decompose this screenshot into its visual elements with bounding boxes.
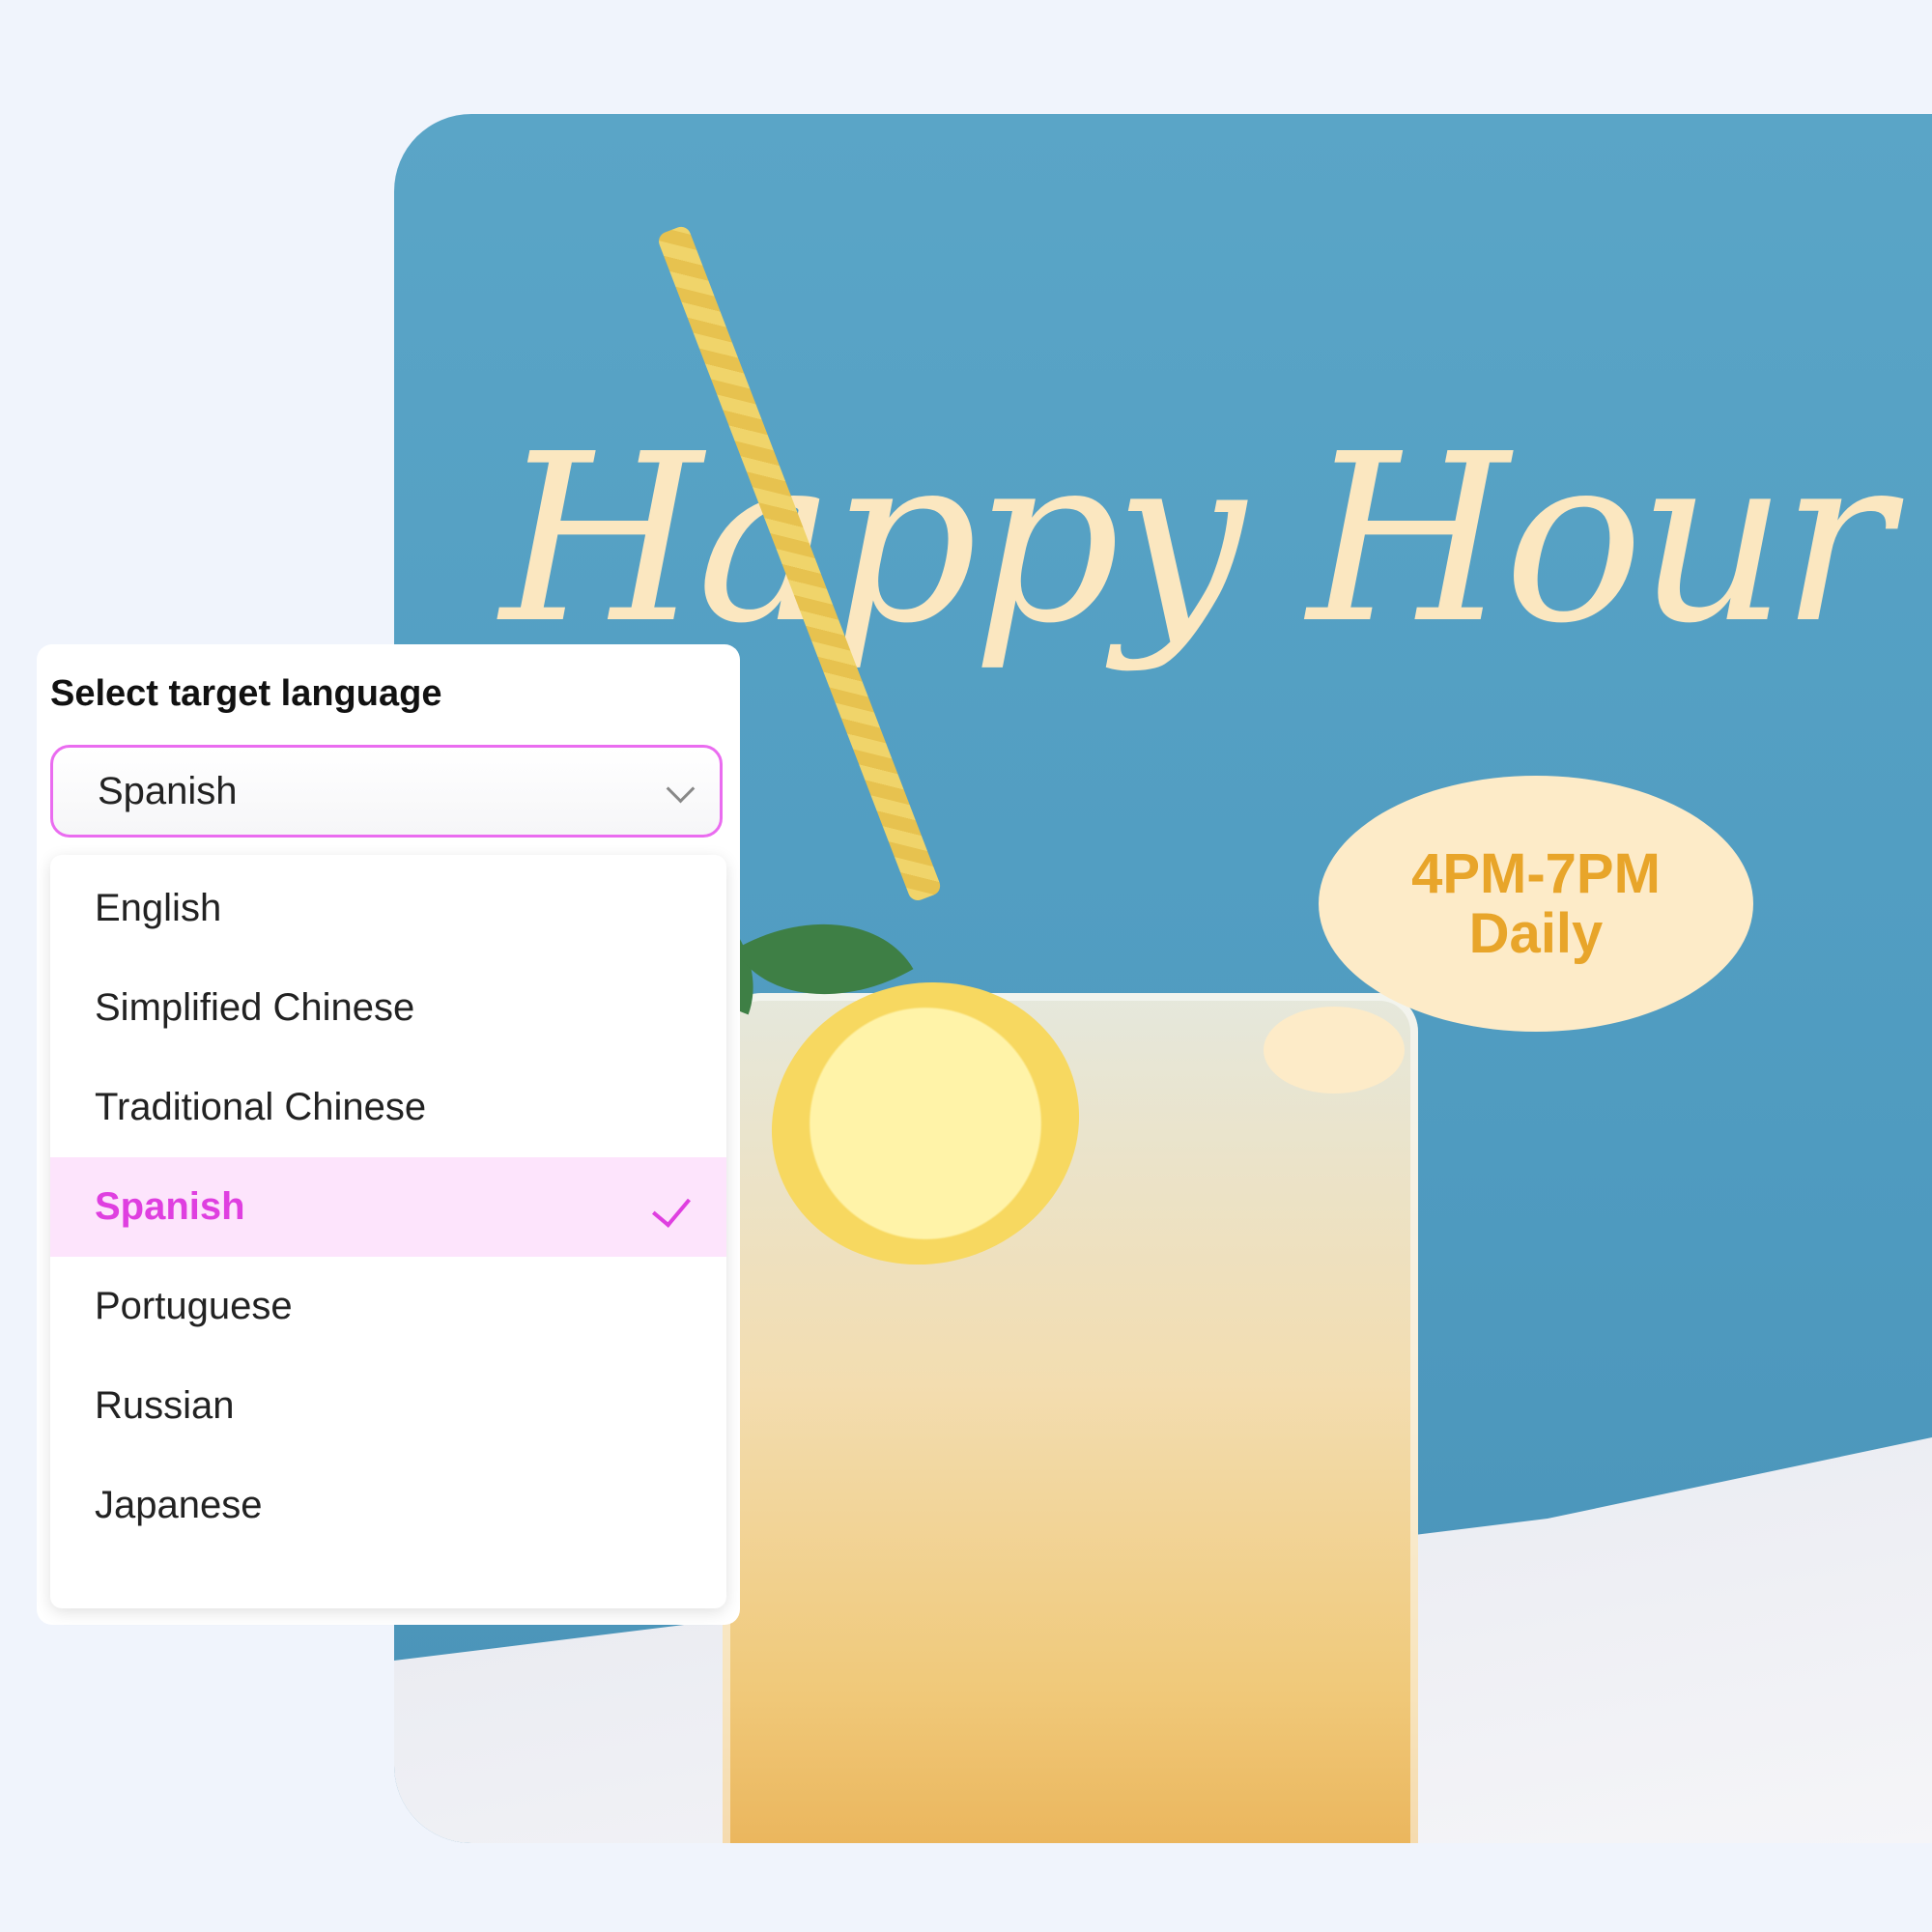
time-badge-daily: Daily [1468, 901, 1604, 965]
language-option-spanish[interactable]: Spanish [50, 1157, 726, 1257]
option-label: Portuguese [95, 1285, 293, 1327]
language-option-japanese[interactable]: Japanese [50, 1456, 726, 1555]
option-label: Traditional Chinese [95, 1086, 427, 1128]
language-selector-label: Select target language [50, 673, 442, 714]
chevron-down-icon [666, 774, 696, 804]
language-option-russian[interactable]: Russian [50, 1356, 726, 1456]
option-label: Spanish [95, 1185, 245, 1228]
language-option-english[interactable]: English [50, 859, 726, 958]
language-option-simplified-chinese[interactable]: Simplified Chinese [50, 958, 726, 1058]
option-label: Japanese [95, 1484, 263, 1526]
check-icon [652, 1187, 691, 1228]
speech-bubble-tail [1264, 1007, 1405, 1094]
option-label: English [95, 887, 222, 929]
language-select[interactable]: Spanish [50, 745, 723, 838]
language-selector-panel: Select target language Spanish English S… [37, 644, 740, 1625]
language-option-portuguese[interactable]: Portuguese [50, 1257, 726, 1356]
option-label: Simplified Chinese [95, 986, 415, 1029]
language-option-traditional-chinese[interactable]: Traditional Chinese [50, 1058, 726, 1157]
language-select-value: Spanish [98, 769, 238, 812]
poster-headline: Happy Hour [500, 404, 1892, 674]
time-badge-hours: 4PM-7PM [1411, 841, 1661, 905]
option-label: Russian [95, 1384, 235, 1427]
language-options-list: English Simplified Chinese Traditional C… [50, 855, 726, 1608]
time-badge: 4PM-7PM Daily [1319, 776, 1753, 1032]
